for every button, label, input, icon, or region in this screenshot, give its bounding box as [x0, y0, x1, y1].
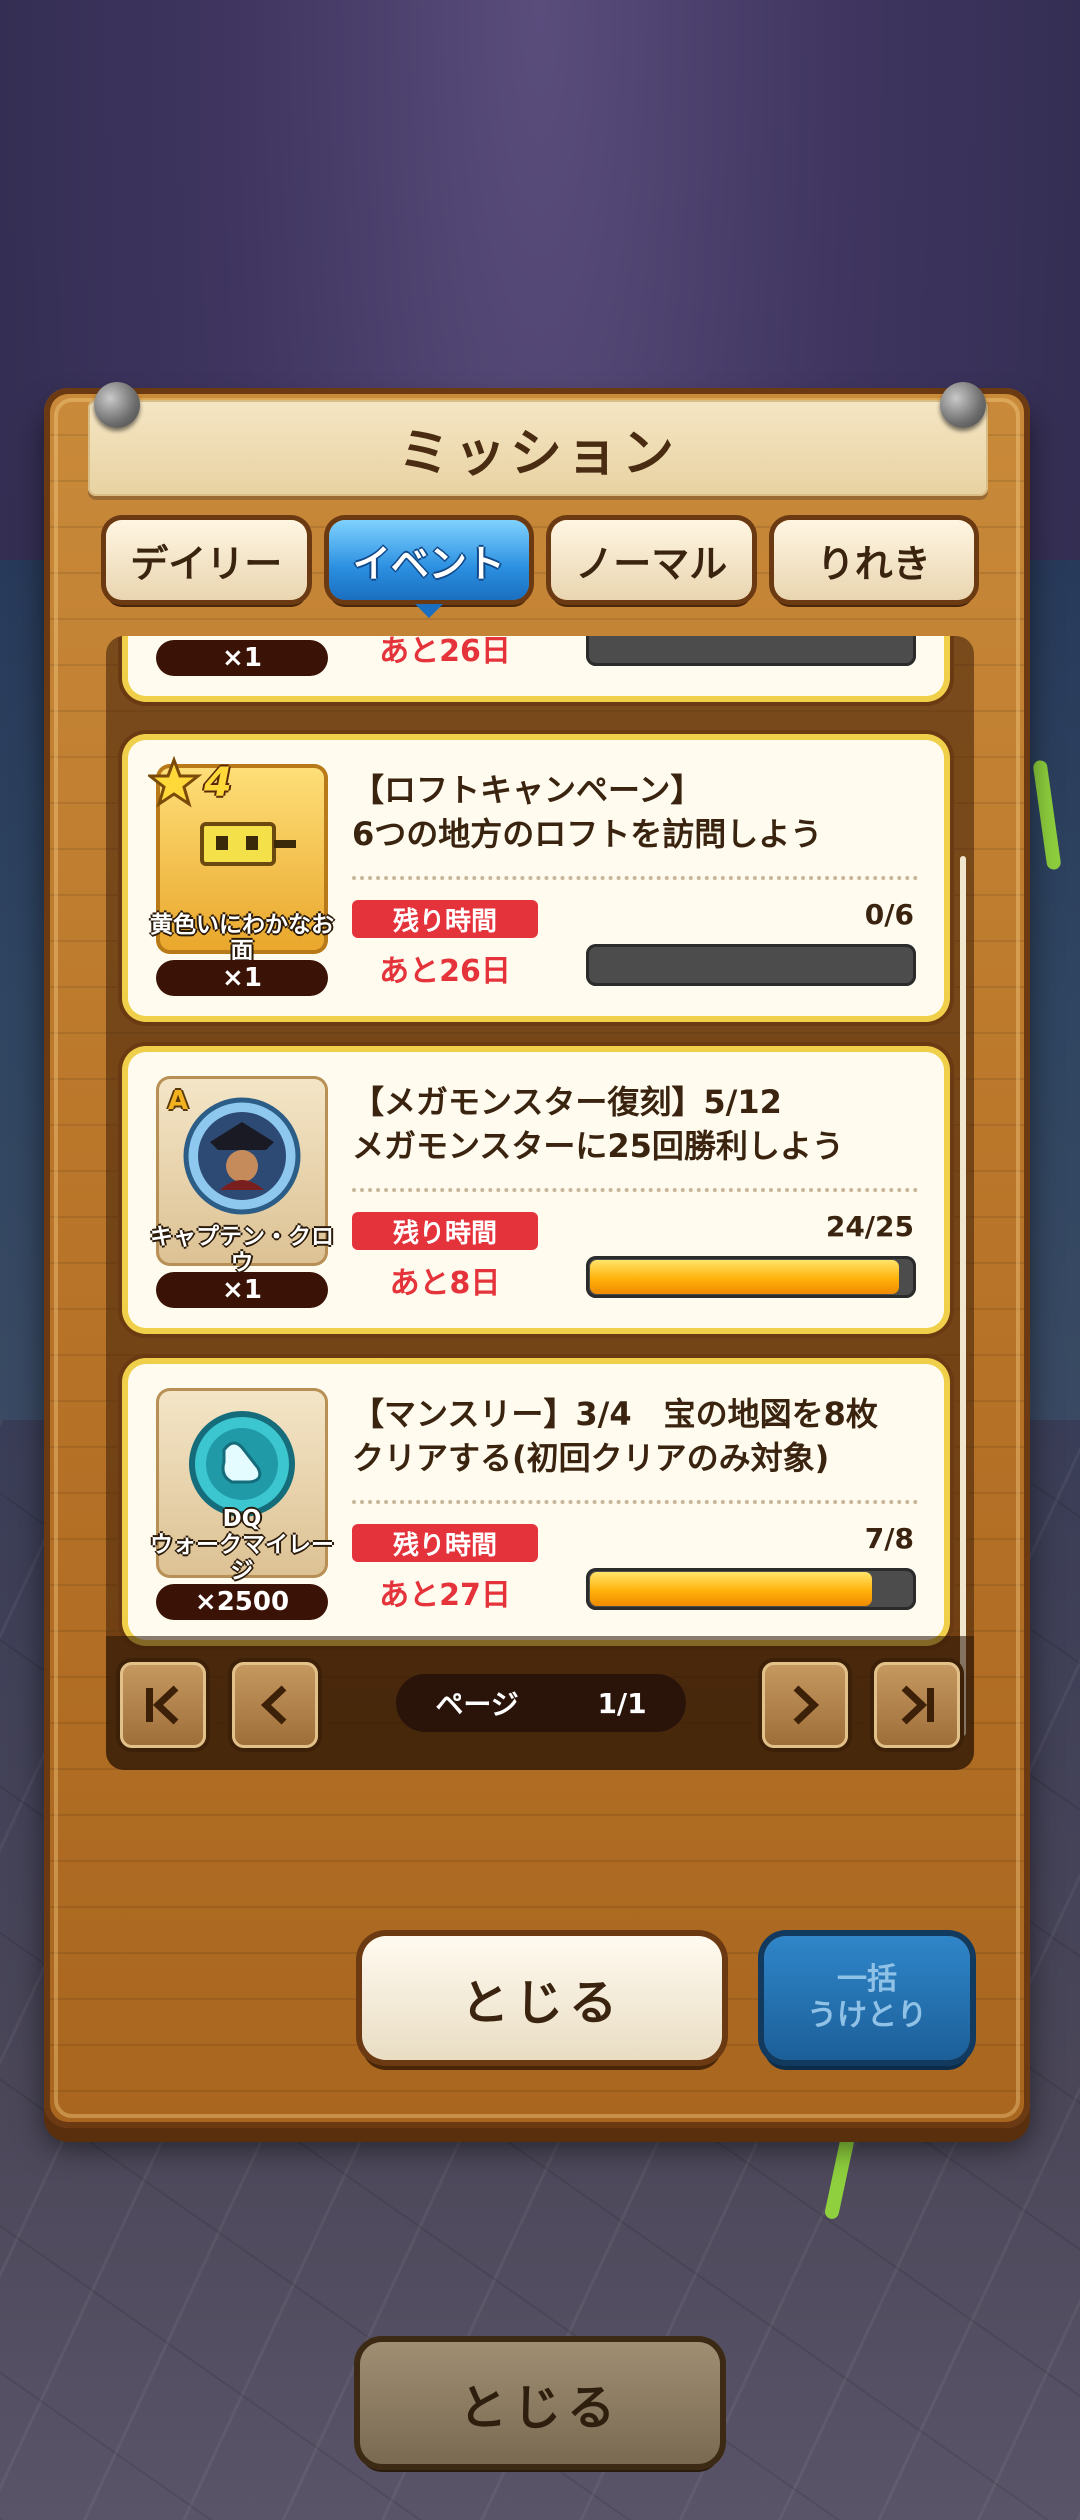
- tab-label: デイリー: [130, 541, 283, 586]
- monster-medal-icon: [183, 1097, 301, 1215]
- divider: [352, 1500, 918, 1504]
- divider: [352, 876, 918, 880]
- divider: [352, 1188, 918, 1192]
- tab-daily[interactable]: デイリー: [106, 520, 307, 600]
- reward-quantity: ×1: [156, 960, 328, 996]
- tab-label: ノーマル: [575, 541, 728, 586]
- reward-slot[interactable]: 4 黄色いにわかなお面 ×1: [148, 756, 334, 996]
- progress-fill: [590, 1572, 872, 1606]
- reward-name-line: ウォークマイレージ: [150, 1532, 334, 1584]
- remaining-time-label: 残り時間: [352, 1524, 538, 1562]
- last-page-icon: [901, 1685, 934, 1725]
- reward-slot[interactable]: DQ ウォークマイレージ ×2500: [150, 1388, 334, 1620]
- tab-history[interactable]: りれき: [773, 520, 974, 600]
- tab-label: イベント: [352, 541, 505, 586]
- last-page-button[interactable]: [874, 1662, 960, 1748]
- first-page-icon: [146, 1685, 179, 1725]
- reward-name-line: DQ: [222, 1506, 262, 1532]
- prev-page-icon: [260, 1685, 287, 1725]
- bottom-close-button[interactable]: とじる: [360, 2342, 720, 2464]
- progress-bar: [586, 944, 916, 986]
- rank-badge: A: [168, 1086, 189, 1116]
- remaining-time-label: 残り時間: [352, 900, 538, 938]
- mission-title: 【マンスリー】3/4 宝の地図を8枚: [352, 1395, 878, 1433]
- mission-description: 【メガモンスター復刻】5/12 メガモンスターに25回勝利しよう: [352, 1080, 912, 1168]
- tab-label: りれき: [816, 541, 931, 586]
- progress-count: 7/8: [864, 1522, 914, 1555]
- progress-fill: [590, 1260, 899, 1294]
- progress-count: 24/25: [825, 1210, 914, 1243]
- mission-title: 【メガモンスター復刻】5/12: [352, 1083, 782, 1121]
- title-board: ミッション: [88, 400, 988, 496]
- page-indicator: ページ 1/1: [396, 1674, 686, 1732]
- tab-event[interactable]: イベント: [328, 520, 529, 618]
- remaining-days: あと26日: [379, 954, 511, 989]
- star-rank: 4: [204, 760, 232, 806]
- reward-name: 黄色いにわかなお面: [150, 912, 334, 964]
- remaining-days: あと8日: [389, 1266, 501, 1301]
- pagination-bar: ページ 1/1: [106, 1636, 974, 1770]
- progress-bar: [586, 636, 916, 666]
- bulk-receive-label: うけとり: [807, 1998, 927, 2033]
- remaining-time-label: 残り時間: [352, 1212, 538, 1250]
- progress-bar: [586, 1256, 916, 1298]
- page-label: ページ: [435, 1688, 519, 1721]
- mission-goal: クリアする(初回クリアのみ対象): [352, 1439, 830, 1477]
- progress-bar: [586, 1568, 916, 1610]
- reward-slot[interactable]: A キャプテン・クロウ ×1: [150, 1076, 334, 1308]
- next-page-button[interactable]: [762, 1662, 848, 1748]
- scrollbar[interactable]: [960, 856, 966, 1736]
- pin-icon: [940, 382, 986, 428]
- reward-slot: ×1: [156, 636, 328, 676]
- mission-goal: メガモンスターに25回勝利しよう: [352, 1127, 844, 1165]
- reward-quantity: ×1: [156, 1272, 328, 1308]
- reward-name: キャプテン・クロウ: [150, 1224, 334, 1276]
- close-button[interactable]: とじる: [362, 1936, 722, 2060]
- mission-card: ×1 あと26日: [128, 636, 944, 696]
- next-page-icon: [793, 1685, 820, 1725]
- mission-description: 【マンスリー】3/4 宝の地図を8枚 クリアする(初回クリアのみ対象): [352, 1392, 912, 1480]
- mission-card: DQ ウォークマイレージ ×2500 【マンスリー】3/4 宝の地図を8枚 クリ…: [128, 1364, 944, 1640]
- tab-normal[interactable]: ノーマル: [551, 520, 752, 600]
- remaining-days: あと26日: [379, 636, 511, 669]
- mission-panel: ミッション デイリー イベント ノーマル りれき ×1 あと26日 4 黄色いに…: [44, 382, 1030, 2128]
- mission-card: 4 黄色いにわかなお面 ×1 【ロフトキャンペーン】 6つの地方のロフトを訪問し…: [128, 740, 944, 1016]
- reward-quantity: ×2500: [156, 1584, 328, 1620]
- reward-quantity: ×1: [156, 640, 328, 676]
- bulk-receive-label: 一括: [837, 1962, 897, 1997]
- page-value: 1/1: [597, 1686, 647, 1720]
- reward-name: DQ ウォークマイレージ: [148, 1506, 336, 1584]
- mission-title: 【ロフトキャンペーン】: [352, 771, 703, 809]
- bulk-receive-button[interactable]: 一括 うけとり: [764, 1936, 970, 2060]
- prev-page-button[interactable]: [232, 1662, 318, 1748]
- mission-description: 【ロフトキャンペーン】 6つの地方のロフトを訪問しよう: [352, 768, 912, 856]
- mission-card: A キャプテン・クロウ ×1 【メガモンスター復刻】5/12 メガモンスターに2…: [128, 1052, 944, 1328]
- remaining-days: あと27日: [379, 1578, 511, 1613]
- mission-list[interactable]: ×1 あと26日 4 黄色いにわかなお面 ×1 【ロフトキャンペーン】 6つの地…: [106, 636, 974, 1770]
- first-page-button[interactable]: [120, 1662, 206, 1748]
- mission-goal: 6つの地方のロフトを訪問しよう: [352, 815, 823, 853]
- panel-title: ミッション: [397, 423, 678, 484]
- tab-bar: デイリー イベント ノーマル りれき: [106, 520, 974, 618]
- progress-count: 0/6: [864, 898, 914, 931]
- pin-icon: [94, 382, 140, 428]
